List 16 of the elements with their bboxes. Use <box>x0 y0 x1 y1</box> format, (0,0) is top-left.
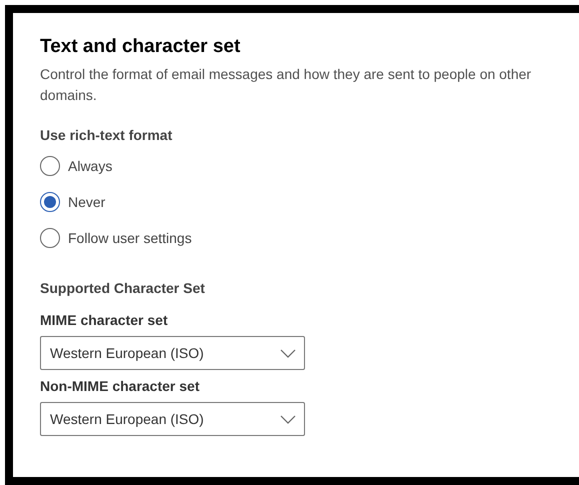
section-description: Control the format of email messages and how they are sent to people on other domains. <box>40 65 532 105</box>
dropdown[interactable]: Western European (ISO) <box>40 402 305 436</box>
chevron-down-icon <box>280 414 296 424</box>
section-title: Text and character set <box>40 35 242 59</box>
field-label: MIME character set <box>40 311 169 330</box>
chevron-down-icon <box>280 348 296 358</box>
field-label: Non-MIME character set <box>40 377 200 396</box>
dropdown[interactable]: Western European (ISO) <box>40 336 305 370</box>
group-label: Supported Character Set <box>40 279 206 298</box>
group-label: Use rich-text format <box>40 126 174 145</box>
radio-button[interactable] <box>40 228 60 248</box>
radio-option[interactable]: Follow user settings <box>40 227 192 249</box>
radio-option[interactable]: Always <box>40 155 112 177</box>
radio-option[interactable]: Never <box>40 191 106 213</box>
radio-button[interactable] <box>40 156 60 176</box>
radio-button[interactable] <box>40 192 60 212</box>
